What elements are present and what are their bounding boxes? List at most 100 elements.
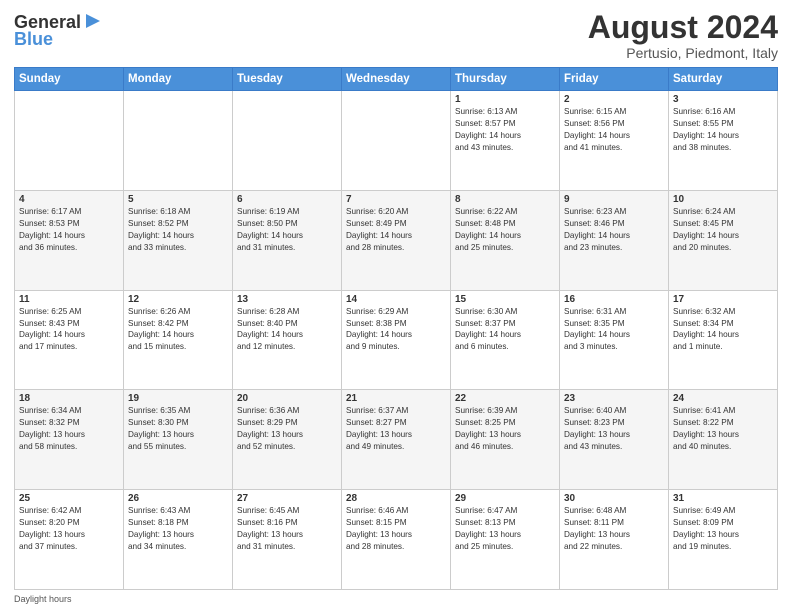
day-info: Sunrise: 6:29 AM Sunset: 8:38 PM Dayligh… bbox=[346, 306, 446, 354]
calendar-cell bbox=[342, 91, 451, 191]
day-of-week-header: Monday bbox=[124, 68, 233, 91]
day-number: 14 bbox=[346, 294, 446, 305]
calendar-cell: 4Sunrise: 6:17 AM Sunset: 8:53 PM Daylig… bbox=[15, 190, 124, 290]
day-number: 8 bbox=[455, 194, 555, 205]
calendar-week-row: 25Sunrise: 6:42 AM Sunset: 8:20 PM Dayli… bbox=[15, 490, 778, 590]
calendar-cell: 17Sunrise: 6:32 AM Sunset: 8:34 PM Dayli… bbox=[669, 290, 778, 390]
day-info: Sunrise: 6:47 AM Sunset: 8:13 PM Dayligh… bbox=[455, 505, 555, 553]
day-info: Sunrise: 6:17 AM Sunset: 8:53 PM Dayligh… bbox=[19, 206, 119, 254]
logo-text-blue: Blue bbox=[14, 30, 53, 48]
calendar-cell: 20Sunrise: 6:36 AM Sunset: 8:29 PM Dayli… bbox=[233, 390, 342, 490]
day-number: 16 bbox=[564, 294, 664, 305]
logo-icon bbox=[82, 10, 104, 32]
day-number: 21 bbox=[346, 393, 446, 404]
day-number: 30 bbox=[564, 493, 664, 504]
day-number: 20 bbox=[237, 393, 337, 404]
page: General Blue August 2024 Pertusio, Piedm… bbox=[0, 0, 792, 612]
calendar-cell: 31Sunrise: 6:49 AM Sunset: 8:09 PM Dayli… bbox=[669, 490, 778, 590]
day-info: Sunrise: 6:43 AM Sunset: 8:18 PM Dayligh… bbox=[128, 505, 228, 553]
day-number: 29 bbox=[455, 493, 555, 504]
day-info: Sunrise: 6:28 AM Sunset: 8:40 PM Dayligh… bbox=[237, 306, 337, 354]
day-number: 19 bbox=[128, 393, 228, 404]
day-number: 9 bbox=[564, 194, 664, 205]
day-info: Sunrise: 6:42 AM Sunset: 8:20 PM Dayligh… bbox=[19, 505, 119, 553]
day-number: 24 bbox=[673, 393, 773, 404]
day-info: Sunrise: 6:37 AM Sunset: 8:27 PM Dayligh… bbox=[346, 405, 446, 453]
day-of-week-header: Tuesday bbox=[233, 68, 342, 91]
calendar-cell bbox=[124, 91, 233, 191]
calendar-week-row: 1Sunrise: 6:13 AM Sunset: 8:57 PM Daylig… bbox=[15, 91, 778, 191]
day-number: 7 bbox=[346, 194, 446, 205]
calendar-cell: 10Sunrise: 6:24 AM Sunset: 8:45 PM Dayli… bbox=[669, 190, 778, 290]
day-info: Sunrise: 6:31 AM Sunset: 8:35 PM Dayligh… bbox=[564, 306, 664, 354]
calendar-table: SundayMondayTuesdayWednesdayThursdayFrid… bbox=[14, 67, 778, 590]
title-area: August 2024 Pertusio, Piedmont, Italy bbox=[588, 10, 778, 61]
header: General Blue August 2024 Pertusio, Piedm… bbox=[14, 10, 778, 61]
calendar-cell bbox=[15, 91, 124, 191]
day-number: 28 bbox=[346, 493, 446, 504]
day-number: 27 bbox=[237, 493, 337, 504]
calendar-cell: 15Sunrise: 6:30 AM Sunset: 8:37 PM Dayli… bbox=[451, 290, 560, 390]
day-info: Sunrise: 6:46 AM Sunset: 8:15 PM Dayligh… bbox=[346, 505, 446, 553]
day-number: 5 bbox=[128, 194, 228, 205]
day-number: 3 bbox=[673, 94, 773, 105]
day-number: 6 bbox=[237, 194, 337, 205]
calendar-cell: 12Sunrise: 6:26 AM Sunset: 8:42 PM Dayli… bbox=[124, 290, 233, 390]
day-number: 23 bbox=[564, 393, 664, 404]
day-of-week-header: Friday bbox=[560, 68, 669, 91]
day-number: 2 bbox=[564, 94, 664, 105]
calendar-cell: 26Sunrise: 6:43 AM Sunset: 8:18 PM Dayli… bbox=[124, 490, 233, 590]
day-info: Sunrise: 6:16 AM Sunset: 8:55 PM Dayligh… bbox=[673, 106, 773, 154]
calendar-cell: 1Sunrise: 6:13 AM Sunset: 8:57 PM Daylig… bbox=[451, 91, 560, 191]
day-info: Sunrise: 6:15 AM Sunset: 8:56 PM Dayligh… bbox=[564, 106, 664, 154]
day-info: Sunrise: 6:23 AM Sunset: 8:46 PM Dayligh… bbox=[564, 206, 664, 254]
day-info: Sunrise: 6:20 AM Sunset: 8:49 PM Dayligh… bbox=[346, 206, 446, 254]
day-info: Sunrise: 6:35 AM Sunset: 8:30 PM Dayligh… bbox=[128, 405, 228, 453]
calendar-cell: 30Sunrise: 6:48 AM Sunset: 8:11 PM Dayli… bbox=[560, 490, 669, 590]
calendar-cell: 9Sunrise: 6:23 AM Sunset: 8:46 PM Daylig… bbox=[560, 190, 669, 290]
day-info: Sunrise: 6:40 AM Sunset: 8:23 PM Dayligh… bbox=[564, 405, 664, 453]
calendar-cell: 7Sunrise: 6:20 AM Sunset: 8:49 PM Daylig… bbox=[342, 190, 451, 290]
calendar-cell: 16Sunrise: 6:31 AM Sunset: 8:35 PM Dayli… bbox=[560, 290, 669, 390]
day-info: Sunrise: 6:32 AM Sunset: 8:34 PM Dayligh… bbox=[673, 306, 773, 354]
calendar-cell: 8Sunrise: 6:22 AM Sunset: 8:48 PM Daylig… bbox=[451, 190, 560, 290]
day-of-week-header: Wednesday bbox=[342, 68, 451, 91]
calendar-cell: 5Sunrise: 6:18 AM Sunset: 8:52 PM Daylig… bbox=[124, 190, 233, 290]
calendar-week-row: 11Sunrise: 6:25 AM Sunset: 8:43 PM Dayli… bbox=[15, 290, 778, 390]
day-info: Sunrise: 6:13 AM Sunset: 8:57 PM Dayligh… bbox=[455, 106, 555, 154]
calendar-week-row: 18Sunrise: 6:34 AM Sunset: 8:32 PM Dayli… bbox=[15, 390, 778, 490]
calendar-cell: 13Sunrise: 6:28 AM Sunset: 8:40 PM Dayli… bbox=[233, 290, 342, 390]
calendar-header-row: SundayMondayTuesdayWednesdayThursdayFrid… bbox=[15, 68, 778, 91]
day-info: Sunrise: 6:19 AM Sunset: 8:50 PM Dayligh… bbox=[237, 206, 337, 254]
subtitle: Pertusio, Piedmont, Italy bbox=[588, 45, 778, 61]
logo: General Blue bbox=[14, 10, 104, 48]
day-of-week-header: Thursday bbox=[451, 68, 560, 91]
calendar-cell: 28Sunrise: 6:46 AM Sunset: 8:15 PM Dayli… bbox=[342, 490, 451, 590]
day-number: 26 bbox=[128, 493, 228, 504]
day-info: Sunrise: 6:49 AM Sunset: 8:09 PM Dayligh… bbox=[673, 505, 773, 553]
calendar-cell: 14Sunrise: 6:29 AM Sunset: 8:38 PM Dayli… bbox=[342, 290, 451, 390]
footer-text: Daylight hours bbox=[14, 594, 72, 604]
day-number: 1 bbox=[455, 94, 555, 105]
calendar-cell: 24Sunrise: 6:41 AM Sunset: 8:22 PM Dayli… bbox=[669, 390, 778, 490]
day-info: Sunrise: 6:48 AM Sunset: 8:11 PM Dayligh… bbox=[564, 505, 664, 553]
day-number: 10 bbox=[673, 194, 773, 205]
day-number: 17 bbox=[673, 294, 773, 305]
footer: Daylight hours bbox=[14, 594, 778, 604]
day-info: Sunrise: 6:39 AM Sunset: 8:25 PM Dayligh… bbox=[455, 405, 555, 453]
calendar-cell bbox=[233, 91, 342, 191]
day-info: Sunrise: 6:22 AM Sunset: 8:48 PM Dayligh… bbox=[455, 206, 555, 254]
day-of-week-header: Sunday bbox=[15, 68, 124, 91]
day-of-week-header: Saturday bbox=[669, 68, 778, 91]
day-info: Sunrise: 6:18 AM Sunset: 8:52 PM Dayligh… bbox=[128, 206, 228, 254]
day-number: 12 bbox=[128, 294, 228, 305]
calendar-cell: 27Sunrise: 6:45 AM Sunset: 8:16 PM Dayli… bbox=[233, 490, 342, 590]
calendar-cell: 25Sunrise: 6:42 AM Sunset: 8:20 PM Dayli… bbox=[15, 490, 124, 590]
day-number: 18 bbox=[19, 393, 119, 404]
day-info: Sunrise: 6:26 AM Sunset: 8:42 PM Dayligh… bbox=[128, 306, 228, 354]
calendar-cell: 18Sunrise: 6:34 AM Sunset: 8:32 PM Dayli… bbox=[15, 390, 124, 490]
calendar-cell: 6Sunrise: 6:19 AM Sunset: 8:50 PM Daylig… bbox=[233, 190, 342, 290]
calendar-cell: 11Sunrise: 6:25 AM Sunset: 8:43 PM Dayli… bbox=[15, 290, 124, 390]
day-info: Sunrise: 6:30 AM Sunset: 8:37 PM Dayligh… bbox=[455, 306, 555, 354]
day-info: Sunrise: 6:25 AM Sunset: 8:43 PM Dayligh… bbox=[19, 306, 119, 354]
